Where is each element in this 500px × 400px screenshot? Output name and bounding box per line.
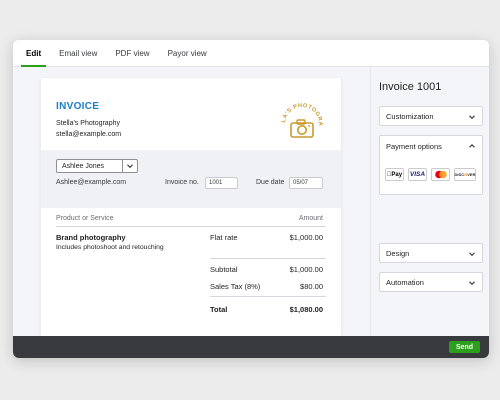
customization-label: Customization (386, 111, 434, 121)
send-button[interactable]: Send (449, 341, 480, 353)
invoice-no-label: Invoice no. (165, 179, 199, 186)
tab-payor-view[interactable]: Payor view (159, 40, 216, 66)
invoice-window: Edit Email view PDF view Payor view INVO… (13, 40, 489, 358)
line-item-rate[interactable]: Flat rate (210, 233, 238, 242)
invoice-paper: INVOICE Stella's Photography stella@exam… (41, 78, 341, 336)
design-section[interactable]: Design (379, 243, 483, 263)
chevron-down-icon[interactable] (468, 113, 476, 121)
subtotal-value: $1,000.00 (289, 265, 323, 274)
apple-pay-icon[interactable]: Pay (385, 168, 404, 181)
line-item-amount[interactable]: $1,000.00 (261, 233, 323, 242)
settings-panel: Invoice 1001 Customization Payment optio… (370, 67, 489, 336)
subtotal-divider (210, 258, 326, 259)
chevron-down-icon[interactable] (468, 279, 476, 287)
due-date-label: Due date (256, 179, 285, 186)
panel-title: Invoice 1001 (379, 81, 442, 93)
payment-methods: Pay VISA DISCOVER (385, 168, 476, 181)
line-item-name[interactable]: Brand photography (56, 233, 126, 242)
customer-section: Ashlee Jones Ashlee@example.com Invoice … (41, 150, 341, 208)
chevron-up-icon[interactable] (468, 142, 476, 150)
subtotal-label: Subtotal (210, 265, 238, 274)
tab-edit[interactable]: Edit (17, 40, 50, 67)
chevron-down-icon[interactable] (468, 250, 476, 258)
tax-label[interactable]: Sales Tax (8%) (210, 282, 260, 291)
table-divider (56, 226, 326, 227)
line-item-description[interactable]: Includes photoshoot and retouching (56, 244, 164, 251)
invoice-no-field[interactable]: 1001 (205, 177, 238, 189)
company-email[interactable]: stella@example.com (56, 131, 121, 138)
customer-dropdown[interactable]: Ashlee Jones (56, 159, 138, 173)
payment-options-label: Payment options (386, 142, 442, 151)
footer-bar: Send (13, 336, 489, 358)
chevron-down-icon[interactable] (122, 160, 137, 172)
customization-section[interactable]: Customization (379, 106, 483, 126)
design-label: Design (386, 248, 410, 258)
total-divider (210, 296, 326, 297)
invoice-editor: INVOICE Stella's Photography stella@exam… (13, 67, 370, 336)
tax-value: $80.00 (300, 282, 323, 291)
due-date-field[interactable]: 05/07 (289, 177, 323, 189)
automation-section[interactable]: Automation (379, 272, 483, 292)
view-tabs: Edit Email view PDF view Payor view (13, 40, 489, 67)
customer-email[interactable]: Ashlee@example.com (56, 179, 126, 186)
total-label: Total (210, 305, 228, 314)
discover-icon[interactable]: DISCOVER (454, 168, 476, 181)
camera-icon: STELLA'S PHOTOGRAPHY (275, 92, 323, 138)
amount-column-header: Amount (298, 215, 323, 222)
payment-options-section[interactable]: Payment options Pay VISA DISCOVER (379, 135, 483, 195)
tab-pdf-view[interactable]: PDF view (106, 40, 158, 66)
automation-label: Automation (386, 277, 424, 287)
svg-text:STELLA'S PHOTOGRAPHY: STELLA'S PHOTOGRAPHY (277, 96, 323, 126)
product-column-header: Product or Service (56, 215, 114, 222)
mastercard-icon[interactable] (431, 168, 450, 181)
invoice-heading: INVOICE (56, 101, 100, 112)
total-value: $1,080.00 (289, 305, 323, 314)
visa-icon[interactable]: VISA (408, 168, 427, 181)
company-name[interactable]: Stella's Photography (56, 120, 120, 127)
customer-name: Ashlee Jones (62, 162, 105, 170)
company-logo[interactable]: STELLA'S PHOTOGRAPHY (275, 92, 327, 146)
tab-email-view[interactable]: Email view (50, 40, 106, 66)
logo-wordmark: STELLA'S PHOTOGRAPHY (275, 92, 323, 126)
